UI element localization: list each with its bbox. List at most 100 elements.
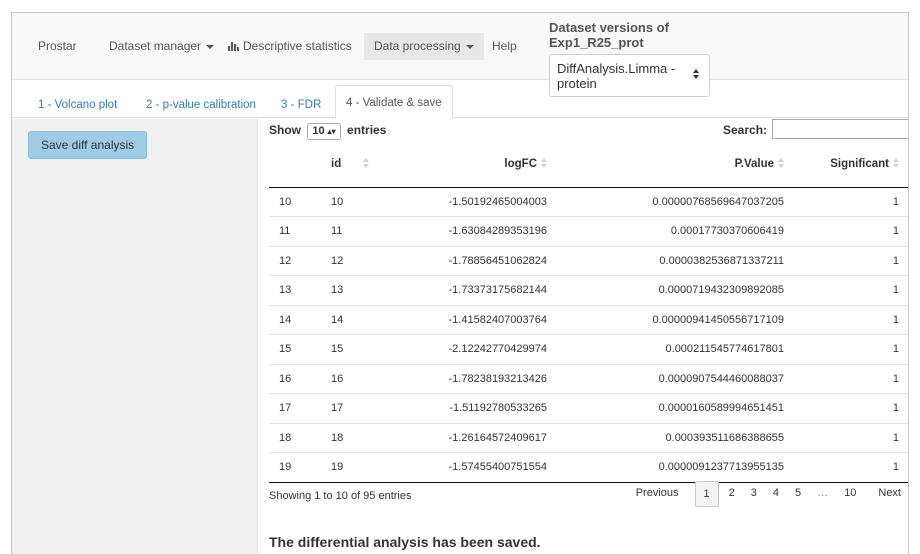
- show-label: Show: [269, 123, 301, 137]
- cell-significant: 1: [794, 393, 908, 424]
- main-content: Show 10 ▴▾ entries Search: id logFC P.Va…: [269, 119, 908, 554]
- page-length-control: Show 10 ▴▾ entries: [269, 121, 386, 140]
- cell-pvalue: 0.00017730370606419: [557, 216, 794, 247]
- caret-down-icon: [206, 44, 215, 49]
- cell-pvalue: 0.000393511686388655: [557, 423, 794, 453]
- cell-rownum: 13: [269, 275, 321, 306]
- nav-help[interactable]: Help: [482, 33, 527, 60]
- pagination-next[interactable]: Next: [870, 481, 908, 507]
- cell-id: 15: [321, 334, 405, 365]
- sort-icon: [363, 157, 370, 168]
- tab-validate-save[interactable]: 4 - Validate & save: [335, 85, 453, 119]
- cell-significant: 1: [794, 364, 908, 394]
- cell-rownum: 12: [269, 246, 321, 276]
- column-header-significant[interactable]: Significant: [794, 141, 908, 188]
- pagination-page-5[interactable]: 5: [787, 481, 809, 507]
- cell-significant: 1: [794, 187, 908, 217]
- table-row[interactable]: 15 15 -2.12242770429974 0.00021154577461…: [269, 334, 908, 365]
- tab-bar: 1 - Volcano plot 2 - p-value calibration…: [12, 81, 908, 119]
- cell-significant: 1: [794, 334, 908, 365]
- results-table: id logFC P.Value Significant 10 10 -1.50…: [269, 141, 908, 483]
- tab-pvalue-calibration[interactable]: 2 - p-value calibration: [136, 92, 266, 118]
- cell-logfc: -1.41582407003764: [405, 305, 557, 335]
- column-header-logfc[interactable]: logFC: [405, 141, 557, 188]
- cell-rownum: 18: [269, 423, 321, 453]
- column-header-rownum[interactable]: [269, 141, 321, 188]
- table-row[interactable]: 16 16 -1.78238193213426 0.00009075444600…: [269, 364, 908, 394]
- dataset-versions-title-line2: Exp1_R25_prot: [549, 35, 644, 50]
- cell-id: 14: [321, 305, 405, 335]
- table-row[interactable]: 19 19 -1.57455400751554 0.00000912377139…: [269, 452, 908, 483]
- pagination-page-2[interactable]: 2: [721, 481, 743, 507]
- navbar: Prostar Dataset manager Descriptive stat…: [12, 13, 908, 97]
- sort-icon: [893, 157, 899, 168]
- tab-volcano-plot[interactable]: 1 - Volcano plot: [28, 92, 127, 118]
- cell-logfc: -1.57455400751554: [405, 452, 557, 483]
- cell-id: 18: [321, 423, 405, 453]
- table-row[interactable]: 11 11 -1.63084289353196 0.00017730370606…: [269, 216, 908, 247]
- table-row[interactable]: 18 18 -1.26164572409617 0.00039351168638…: [269, 423, 908, 453]
- pagination-page-10[interactable]: 10: [836, 481, 864, 507]
- cell-significant: 1: [794, 305, 908, 335]
- table-row[interactable]: 17 17 -1.51192780533265 0.00001605899946…: [269, 393, 908, 424]
- cell-rownum: 15: [269, 334, 321, 365]
- dataset-versions-title: Dataset versions of Exp1_R25_prot: [549, 20, 669, 50]
- cell-rownum: 11: [269, 216, 321, 247]
- cell-significant: 1: [794, 452, 908, 483]
- column-header-logfc-label: logFC: [504, 157, 537, 170]
- pagination-page-3[interactable]: 3: [743, 481, 765, 507]
- cell-id: 10: [321, 187, 405, 217]
- dataset-version-selected-line1: DiffAnalysis.Limma -: [557, 61, 676, 76]
- pagination-page-4[interactable]: 4: [765, 481, 787, 507]
- saved-status-message: The differential analysis has been saved…: [269, 534, 541, 550]
- table-info-text: Showing 1 to 10 of 95 entries: [269, 490, 412, 502]
- cell-rownum: 14: [269, 305, 321, 335]
- cell-pvalue: 0.00000768569647037205: [557, 187, 794, 217]
- caret-down-icon: [465, 44, 474, 49]
- pagination-page-1[interactable]: 1: [694, 481, 719, 507]
- cell-pvalue: 0.0000382536871337211: [557, 246, 794, 276]
- cell-pvalue: 0.0000907544460088037: [557, 364, 794, 394]
- cell-id: 17: [321, 393, 405, 424]
- nav-descriptive-statistics-label: Descriptive statistics: [243, 39, 352, 53]
- cell-id: 11: [321, 216, 405, 247]
- nav-dataset-manager[interactable]: Dataset manager: [99, 33, 224, 60]
- sidebar-panel: Save diff analysis: [12, 119, 258, 554]
- select-arrows-icon: [693, 69, 701, 79]
- cell-rownum: 17: [269, 393, 321, 424]
- page-length-select[interactable]: 10 ▴▾: [307, 123, 341, 140]
- cell-logfc: -1.63084289353196: [405, 216, 557, 247]
- table-row[interactable]: 13 13 -1.73373175682144 0.00007194323098…: [269, 275, 908, 306]
- search-label: Search:: [723, 123, 768, 137]
- cell-pvalue: 0.0000160589994651451: [557, 393, 794, 424]
- pagination-ellipsis: …: [817, 487, 829, 499]
- dataset-versions-title-line1: Dataset versions of: [549, 20, 669, 35]
- save-diff-analysis-button[interactable]: Save diff analysis: [28, 131, 148, 159]
- cell-pvalue: 0.0000719432309892085: [557, 275, 794, 306]
- nav-descriptive-statistics[interactable]: Descriptive statistics: [218, 33, 362, 60]
- column-header-significant-label: Significant: [830, 157, 889, 170]
- sort-icon: [541, 157, 547, 168]
- cell-significant: 1: [794, 423, 908, 453]
- select-arrows-icon: ▴▾: [327, 127, 336, 136]
- column-header-pvalue[interactable]: P.Value: [557, 141, 794, 188]
- nav-brand[interactable]: Prostar: [28, 33, 87, 60]
- nav-data-processing[interactable]: Data processing: [364, 33, 484, 60]
- cell-significant: 1: [794, 216, 908, 247]
- pagination: Previous 1 2 3 4 5 … 10 Next: [628, 481, 908, 507]
- table-row[interactable]: 10 10 -1.50192465004003 0.00000768569647…: [269, 187, 908, 217]
- tab-fdr[interactable]: 3 - FDR: [271, 92, 331, 118]
- bar-chart-icon: [228, 42, 239, 51]
- search-input[interactable]: [772, 119, 908, 139]
- nav-dataset-manager-label: Dataset manager: [109, 39, 202, 53]
- table-header-row: id logFC P.Value Significant: [269, 141, 908, 188]
- sort-icon: [778, 157, 784, 168]
- cell-significant: 1: [794, 275, 908, 306]
- entries-label: entries: [347, 123, 387, 137]
- cell-id: 16: [321, 364, 405, 394]
- table-row[interactable]: 12 12 -1.78856451062824 0.00003825368713…: [269, 246, 908, 276]
- pagination-previous[interactable]: Previous: [628, 481, 687, 507]
- column-header-id[interactable]: id: [321, 141, 405, 188]
- table-row[interactable]: 14 14 -1.41582407003764 0.00000941450556…: [269, 305, 908, 335]
- cell-logfc: -1.51192780533265: [405, 393, 557, 424]
